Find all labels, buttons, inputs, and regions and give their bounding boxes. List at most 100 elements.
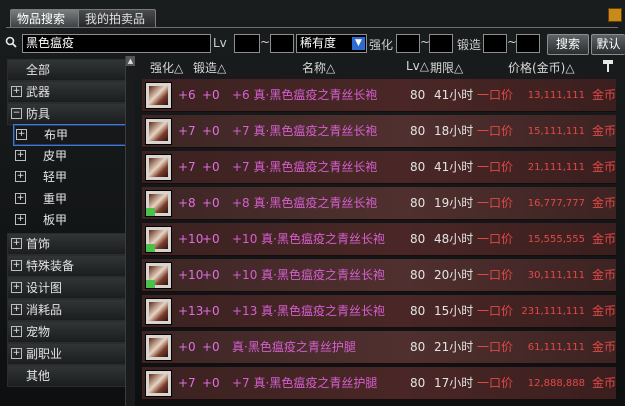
category-label: 其他: [26, 369, 51, 383]
header-lv[interactable]: Lv△: [406, 59, 429, 73]
tab-bar: 物品搜索 我的拍卖品: [0, 0, 625, 30]
category-consumable[interactable]: + 消耗品: [7, 299, 129, 321]
sidebar-scrollbar[interactable]: ▲: [125, 56, 135, 406]
cell-name: +8 真·黑色瘟疫之青丝长袍: [232, 196, 378, 210]
category-label: 特殊装备: [26, 259, 75, 273]
cell-currency: 金币: [592, 160, 617, 174]
forge-max-input[interactable]: [516, 34, 540, 53]
header-forge[interactable]: 锻造△: [193, 59, 226, 76]
cell-lv: 80: [410, 268, 426, 282]
table-row[interactable]: +7 +0 +7 真·黑色瘟疫之青丝长袍 80 18小时 一口价 15,111,111 金币: [142, 115, 616, 148]
table-row[interactable]: +10 +0 +10 真·黑色瘟疫之青丝长袍 80 20小时 一口价 30,111,111 金…: [142, 259, 616, 292]
tab-my-auctions[interactable]: 我的拍卖品: [78, 9, 156, 28]
search-icon[interactable]: [5, 36, 17, 48]
subcategory-cloth[interactable]: + 布甲: [13, 124, 127, 146]
cell-name: +6 真·黑色瘟疫之青丝长袍: [232, 88, 378, 102]
enhance-min-input[interactable]: [396, 34, 420, 53]
cell-lv: 80: [410, 124, 426, 138]
rarity-select[interactable]: 稀有度 ▼: [296, 34, 367, 53]
expand-icon[interactable]: +: [11, 348, 22, 359]
item-robe-icon: [145, 370, 172, 397]
header-name[interactable]: 名称△: [302, 59, 335, 76]
enhance-max-input[interactable]: [429, 34, 453, 53]
subcategory-plate[interactable]: + 板甲: [13, 210, 125, 230]
category-accessory[interactable]: + 首饰: [7, 233, 129, 255]
table-row[interactable]: +0 +0 真·黑色瘟疫之青丝护腿 80 21小时 一口价 61,111,111 金币: [142, 331, 616, 364]
search-button[interactable]: 搜索: [547, 34, 589, 55]
category-label: 设计图: [26, 281, 63, 295]
expand-icon[interactable]: +: [16, 129, 27, 140]
category-pet[interactable]: + 宠物: [7, 321, 129, 343]
dropdown-arrow-icon[interactable]: ▼: [352, 37, 365, 50]
header-price[interactable]: 价格(金币)△: [508, 59, 575, 76]
expand-icon[interactable]: +: [11, 326, 22, 337]
table-row[interactable]: +10 +0 +10 真·黑色瘟疫之青丝长袍 80 48小时 一口价 15,555,555 金…: [142, 223, 616, 256]
cell-price: 231,111,111: [521, 306, 585, 317]
table-row[interactable]: +7 +0 +7 真·黑色瘟疫之青丝护腿 80 17小时 一口价 12,888,888 金币: [142, 367, 616, 400]
expand-icon[interactable]: +: [15, 193, 26, 204]
cell-forge: +0: [202, 196, 220, 210]
expand-icon[interactable]: +: [11, 238, 22, 249]
category-all[interactable]: 全部: [7, 59, 129, 81]
cell-lv: 80: [410, 160, 426, 174]
table-row[interactable]: +6 +0 +6 真·黑色瘟疫之青丝长袍 80 41小时 一口价 13,111,111 金币: [142, 79, 616, 112]
category-special[interactable]: + 特殊装备: [7, 255, 129, 277]
table-row[interactable]: +8 +0 +8 真·黑色瘟疫之青丝长袍 80 19小时 一口价 16,777,777 金币: [142, 187, 616, 220]
expand-icon[interactable]: +: [15, 171, 26, 182]
lv-range-tilde: ~: [260, 35, 271, 49]
corner-orange-icon[interactable]: [608, 8, 622, 22]
cell-duration: 41小时: [434, 88, 474, 102]
cell-enhance: +10: [178, 268, 204, 282]
collapse-icon[interactable]: −: [11, 108, 22, 119]
subcategory-heavy[interactable]: + 重甲: [13, 189, 125, 209]
cell-enhance: +10: [178, 232, 204, 246]
cell-price: 15,555,555: [527, 234, 585, 245]
cell-price-type: 一口价: [477, 304, 514, 318]
scroll-up-icon[interactable]: ▲: [126, 56, 135, 66]
cell-price-type: 一口价: [477, 232, 514, 246]
lv-max-input[interactable]: [270, 34, 294, 53]
category-other[interactable]: 其他: [7, 365, 129, 387]
cell-enhance: +6: [178, 88, 196, 102]
cell-forge: +0: [202, 268, 220, 282]
expand-icon[interactable]: +: [11, 86, 22, 97]
cell-lv: 80: [410, 376, 426, 390]
expand-icon[interactable]: +: [11, 260, 22, 271]
expand-icon[interactable]: +: [15, 150, 26, 161]
header-duration[interactable]: 期限△: [430, 59, 463, 76]
tab-item-search[interactable]: 物品搜索: [10, 9, 84, 28]
forge-min-input[interactable]: [483, 34, 507, 53]
cell-enhance: +13: [178, 304, 204, 318]
item-robe-icon: [145, 82, 172, 109]
cell-price-type: 一口价: [477, 160, 514, 174]
cell-price: 21,111,111: [527, 162, 585, 173]
expand-icon[interactable]: +: [11, 304, 22, 315]
cell-duration: 19小时: [434, 196, 474, 210]
expand-icon[interactable]: +: [11, 282, 22, 293]
cell-name: +10 真·黑色瘟疫之青丝长袍: [232, 268, 385, 282]
category-subjob[interactable]: + 副职业: [7, 343, 129, 365]
subcategory-light[interactable]: + 轻甲: [13, 167, 125, 187]
lv-min-input[interactable]: [234, 34, 260, 53]
expand-icon[interactable]: +: [15, 214, 26, 225]
category-weapon[interactable]: + 武器: [7, 81, 129, 103]
header-enhance[interactable]: 强化△: [150, 59, 183, 76]
cell-enhance: +7: [178, 160, 196, 174]
subcategory-leather[interactable]: + 皮甲: [13, 146, 125, 166]
table-row[interactable]: +7 +0 +7 真·黑色瘟疫之青丝长袍 80 41小时 一口价 21,111,111 金币: [142, 151, 616, 184]
subcategory-label: 重甲: [43, 192, 68, 206]
cell-duration: 20小时: [434, 268, 474, 282]
category-blueprint[interactable]: + 设计图: [7, 277, 129, 299]
subcategory-label: 轻甲: [43, 170, 68, 184]
lv-label: Lv: [213, 36, 227, 50]
cell-price-type: 一口价: [477, 88, 514, 102]
cell-enhance: +7: [178, 124, 196, 138]
search-input[interactable]: 黑色瘟疫: [22, 34, 211, 53]
cell-duration: 48小时: [434, 232, 474, 246]
hammer-icon[interactable]: [602, 59, 614, 72]
table-row[interactable]: +13 +0 +13 真·黑色瘟疫之青丝长袍 80 15小时 一口价 231,111,111…: [142, 295, 616, 328]
default-button[interactable]: 默认: [591, 34, 625, 55]
category-label: 消耗品: [26, 303, 63, 317]
category-armor[interactable]: − 防具: [7, 103, 129, 125]
results-list: +6 +0 +6 真·黑色瘟疫之青丝长袍 80 41小时 一口价 13,111,111 金币 +…: [142, 79, 618, 406]
